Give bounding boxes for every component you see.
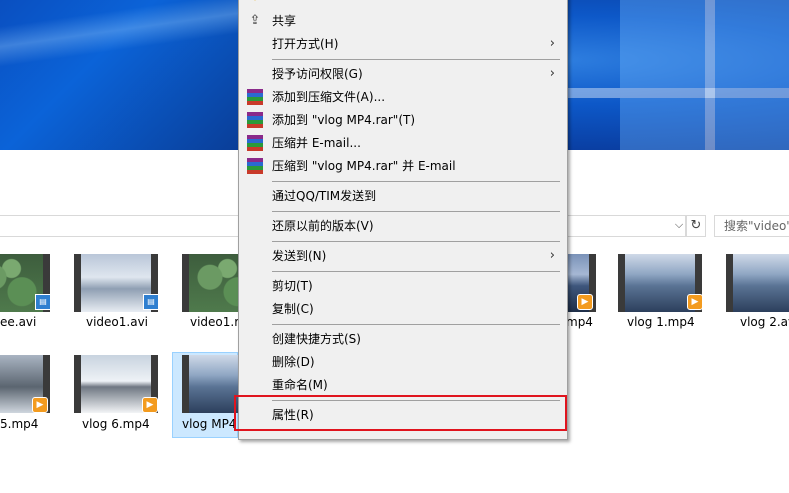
file-name[interactable]: ee.avi	[0, 315, 36, 329]
menu-separator	[272, 59, 560, 60]
wallpaper-light	[568, 88, 789, 98]
winrar-icon	[247, 135, 263, 151]
menu-item-restore-versions[interactable]: 还原以前的版本(V)	[239, 215, 567, 237]
vlc-badge-icon: ▶	[142, 397, 158, 413]
file-name[interactable]: vlog 2.av	[740, 315, 789, 329]
menu-item-open-with[interactable]: 打开方式(H) ›	[239, 33, 567, 55]
menu-item-label: 删除(D)	[272, 355, 315, 369]
menu-item-label: 添加到压缩文件(A)...	[272, 90, 386, 104]
chevron-right-icon: ›	[550, 0, 555, 7]
vlc-badge-icon: ▶	[577, 294, 593, 310]
menu-item-label: 压缩到 "vlog MP4.rar" 并 E-mail	[272, 159, 456, 173]
menu-item-share[interactable]: ⇪ 共享	[239, 10, 567, 32]
menu-item-truncated[interactable]: ◆ ›	[239, 0, 567, 7]
menu-item-label: 授予访问权限(G)	[272, 67, 363, 81]
menu-item-cut[interactable]: 剪切(T)	[239, 275, 567, 297]
menu-item-label: 压缩并 E-mail...	[272, 136, 361, 150]
menu-item-add-to-archive[interactable]: 添加到压缩文件(A)...	[239, 86, 567, 108]
share-icon: ⇪	[249, 13, 261, 28]
search-placeholder: 搜索"video"	[724, 219, 789, 233]
wallpaper-light	[705, 0, 715, 150]
context-menu: ◆ › ⇪ 共享 打开方式(H) › 授予访问权限(G) › 添加到压缩文件(A…	[238, 0, 568, 440]
file-name[interactable]: vlog 6.mp4	[82, 417, 150, 431]
menu-item-compress-rar-email[interactable]: 压缩到 "vlog MP4.rar" 并 E-mail	[239, 155, 567, 177]
wallpaper-pane	[715, 98, 789, 150]
menu-item-send-via-qq[interactable]: 通过QQ/TIM发送到	[239, 185, 567, 207]
menu-item-delete[interactable]: 删除(D)	[239, 351, 567, 373]
winrar-icon	[247, 89, 263, 105]
vlc-badge-icon: ▶	[687, 294, 703, 310]
winrar-icon	[247, 112, 263, 128]
menu-item-copy[interactable]: 复制(C)	[239, 298, 567, 320]
chevron-down-icon[interactable]: ⌵	[672, 218, 686, 232]
file-name[interactable]: vlog 1.mp4	[627, 315, 695, 329]
document-badge-icon: ▤	[35, 294, 51, 310]
search-input[interactable]: 搜索"video"	[714, 215, 789, 237]
wallpaper-pane	[715, 0, 789, 88]
chevron-right-icon: ›	[549, 36, 555, 51]
refresh-icon: ↻	[690, 218, 702, 233]
file-name[interactable]: vlog MP4	[182, 417, 236, 431]
menu-item-rename[interactable]: 重命名(M)	[239, 374, 567, 396]
chevron-right-icon: ›	[549, 248, 555, 263]
menu-item-label: 发送到(N)	[272, 249, 327, 263]
menu-separator	[272, 181, 560, 182]
file-thumbnail[interactable]	[726, 254, 789, 312]
menu-item-send-to[interactable]: 发送到(N) ›	[239, 245, 567, 267]
document-badge-icon: ▤	[143, 294, 159, 310]
file-name[interactable]: 5.mp4	[0, 417, 38, 431]
menu-item-label: 打开方式(H)	[272, 37, 339, 51]
menu-item-create-shortcut[interactable]: 创建快捷方式(S)	[239, 328, 567, 350]
menu-item-label: 还原以前的版本(V)	[272, 219, 374, 233]
menu-item-label: 复制(C)	[272, 302, 314, 316]
vlc-badge-icon: ▶	[32, 397, 48, 413]
menu-separator	[272, 324, 560, 325]
properties-highlight-box	[234, 395, 567, 431]
menu-item-label: 添加到 "vlog MP4.rar"(T)	[272, 113, 416, 127]
file-name[interactable]: mp4	[566, 315, 593, 329]
refresh-button[interactable]: ↻	[686, 215, 706, 237]
shield-icon: ◆	[247, 0, 263, 4]
file-name[interactable]: video1.avi	[86, 315, 148, 329]
menu-item-label: 剪切(T)	[272, 279, 313, 293]
menu-separator	[272, 271, 560, 272]
menu-item-label: 通过QQ/TIM发送到	[272, 189, 377, 203]
menu-separator	[272, 241, 560, 242]
menu-item-add-to-rar[interactable]: 添加到 "vlog MP4.rar"(T)	[239, 109, 567, 131]
chevron-right-icon: ›	[549, 66, 555, 81]
wallpaper-left	[0, 0, 238, 150]
menu-item-grant-access[interactable]: 授予访问权限(G) ›	[239, 63, 567, 85]
menu-item-label: 共享	[272, 14, 297, 28]
winrar-icon	[247, 158, 263, 174]
wallpaper-pane	[620, 98, 705, 150]
menu-item-label: 重命名(M)	[272, 378, 328, 392]
file-name[interactable]: video1.r	[190, 315, 239, 329]
menu-separator	[272, 211, 560, 212]
menu-item-label: 创建快捷方式(S)	[272, 332, 361, 346]
wallpaper-pane	[620, 0, 705, 88]
menu-item-compress-email[interactable]: 压缩并 E-mail...	[239, 132, 567, 154]
